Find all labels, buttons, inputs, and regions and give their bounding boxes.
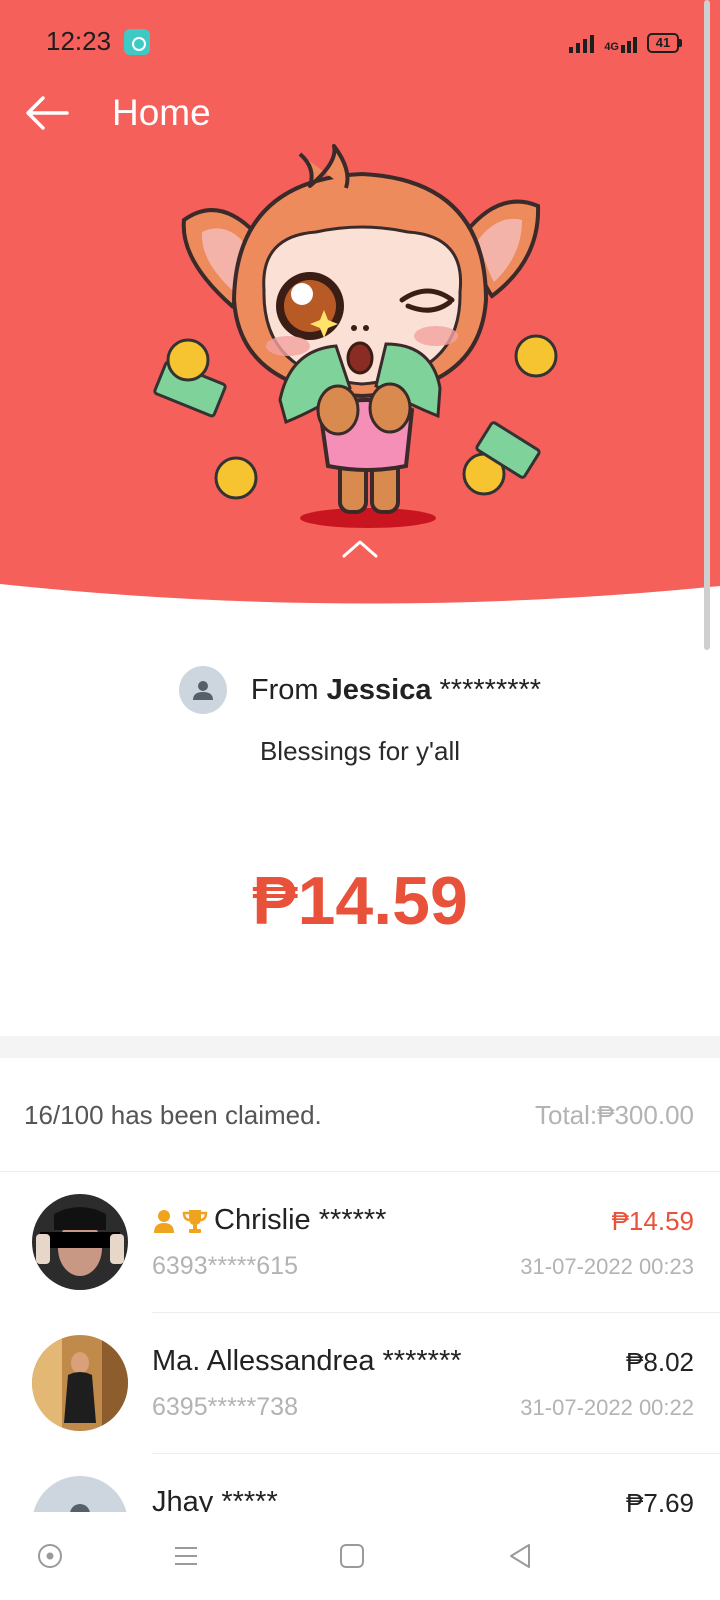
menu-icon <box>175 1547 197 1565</box>
hero-banner: 12:23 4G 41 Home <box>0 0 720 640</box>
list-item[interactable]: Ma. Allessandrea ******* 6395*****738 ₱8… <box>0 1313 720 1454</box>
claim-amount: ₱7.69 <box>626 1488 694 1512</box>
list-item[interactable]: Jhay ***** ₱7.69 <box>0 1454 720 1512</box>
person-icon <box>70 1504 90 1512</box>
status-bar: 12:23 4G 41 <box>0 0 720 80</box>
claimer-name: Jhay ***** <box>152 1486 278 1512</box>
home-button[interactable] <box>330 1534 374 1578</box>
trophy-icon <box>182 1209 208 1233</box>
claimer-name: Chrislie ****** <box>214 1204 387 1236</box>
received-amount: ₱14.59 <box>252 863 468 939</box>
back-triangle-icon <box>510 1544 530 1568</box>
claimer-name: Ma. Allessandrea ******* <box>152 1345 462 1377</box>
menu-button[interactable] <box>164 1534 208 1578</box>
system-nav-bar <box>0 1512 720 1600</box>
claimer-name-line: Jhay ***** <box>152 1486 278 1512</box>
sender-masked: ********* <box>439 673 542 706</box>
section-divider <box>0 1036 720 1058</box>
claim-amount: ₱8.02 <box>626 1347 694 1377</box>
monkey-holding-cash-icon <box>153 144 558 528</box>
back-button[interactable] <box>22 88 72 138</box>
battery-level: 41 <box>647 33 679 53</box>
sender-name: Jessica <box>326 673 432 706</box>
home-square-icon <box>340 1544 364 1568</box>
assistant-icon <box>38 1544 62 1568</box>
avatar <box>32 1335 128 1431</box>
arrow-left-icon <box>26 96 69 130</box>
scrollbar[interactable] <box>704 0 710 650</box>
user-badge-icon <box>154 1209 174 1233</box>
person-icon <box>192 681 213 700</box>
page-title: Home <box>112 92 211 133</box>
network-type: 4G <box>604 41 619 53</box>
status-indicators: 4G 41 <box>569 30 682 56</box>
sender-avatar <box>178 666 227 714</box>
avatar <box>32 1194 128 1290</box>
claims-list[interactable]: Chrislie ****** 6393*****615 ₱14.59 31-0… <box>0 1172 720 1512</box>
app-notification-icon <box>124 29 150 55</box>
claim-amount: ₱14.59 <box>611 1206 694 1236</box>
claim-time: 31-07-2022 00:23 <box>520 1254 694 1279</box>
claimer-phone: 6395*****738 <box>152 1393 298 1421</box>
status-time: 12:23 <box>46 26 112 56</box>
claimer-name-line: Chrislie ****** <box>152 1204 386 1237</box>
avatar <box>32 1476 128 1512</box>
chevron-up-icon[interactable] <box>338 536 382 562</box>
packet-message: Blessings for y'all <box>259 736 461 766</box>
sender-line: From Jessica ********* <box>251 674 541 707</box>
list-item[interactable]: Chrislie ****** 6393*****615 ₱14.59 31-0… <box>0 1172 720 1313</box>
signal-icon <box>569 33 595 53</box>
sender-info: From Jessica ********* <box>0 666 720 714</box>
mobile-data-icon: 4G <box>604 33 637 53</box>
from-label: From <box>250 673 319 706</box>
app-bar: Home <box>0 80 720 144</box>
claimer-name-line: Ma. Allessandrea ******* <box>152 1345 462 1378</box>
claim-summary: 16/100 has been claimed. Total:₱300.00 <box>0 1058 720 1172</box>
claimer-phone: 6393*****615 <box>152 1252 298 1280</box>
claimed-count: 16/100 has been claimed. <box>24 1100 322 1130</box>
claim-time: 31-07-2022 00:22 <box>520 1395 694 1420</box>
total-amount: Total:₱300.00 <box>534 1100 694 1130</box>
assistant-button[interactable] <box>28 1534 72 1578</box>
battery-icon: 41 <box>647 33 682 53</box>
system-back-button[interactable] <box>498 1534 542 1578</box>
